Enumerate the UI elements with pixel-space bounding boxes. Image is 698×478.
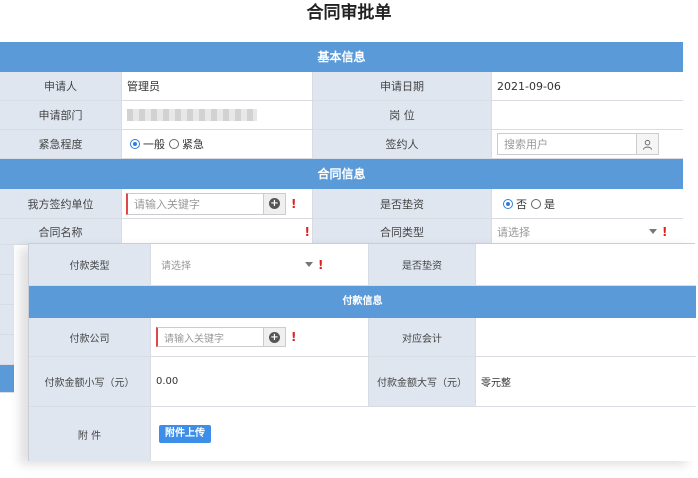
urgency-normal-label: 一般 xyxy=(143,138,165,151)
plus-icon: + xyxy=(269,198,280,209)
row-dept: 申请部门 岗 位 xyxy=(0,101,683,130)
our-unit-label: 我方签约单位 xyxy=(0,189,122,218)
chevron-down-icon xyxy=(305,262,313,267)
overlay-advance-label: 是否垫资 xyxy=(369,244,476,285)
apply-date-label: 申请日期 xyxy=(313,72,492,100)
pay-type-placeholder: 请选择 xyxy=(161,261,191,272)
upload-attachment-button[interactable]: 附件上传 xyxy=(159,425,211,443)
required-mark: ! xyxy=(662,224,668,239)
pay-type-label: 付款类型 xyxy=(29,244,151,285)
pay-company-cell: 请输入关键字 + ! xyxy=(151,318,369,356)
row-amount: 付款金额小写（元） 0.00 付款金额大写（元） 零元整 xyxy=(29,357,696,407)
payment-overlay-panel: 付款类型 请选择 ! 是否垫资 付款信息 付款公司 请输入关键字 + ! 对应会… xyxy=(28,243,696,461)
our-unit-cell: 请输入关键字 + ! xyxy=(122,189,313,218)
our-unit-placeholder: 请输入关键字 xyxy=(134,197,200,211)
position-label: 岗 位 xyxy=(313,101,492,129)
page-title: 合同审批单 xyxy=(306,3,392,23)
dept-label: 申请部门 xyxy=(0,101,122,129)
required-mark: ! xyxy=(304,224,310,239)
signer-input[interactable]: 搜索用户 xyxy=(497,133,659,155)
contract-type-cell: 请选择 ! xyxy=(492,219,683,244)
row-urgency: 紧急程度 一般 紧急 签约人 搜索用户 xyxy=(0,130,683,159)
dept-value xyxy=(122,101,313,129)
pay-company-placeholder: 请输入关键字 xyxy=(164,333,224,345)
advance-no-radio[interactable] xyxy=(503,198,513,209)
contract-type-placeholder: 请选择 xyxy=(497,225,530,239)
pay-type-select[interactable]: 请选择 xyxy=(161,257,313,272)
position-value xyxy=(492,101,683,129)
user-icon[interactable] xyxy=(636,134,658,154)
section-contract-title: 合同信息 xyxy=(317,167,366,181)
apply-date-value: 2021-09-06 xyxy=(492,72,683,100)
contract-name-label: 合同名称 xyxy=(0,219,122,244)
add-company-button[interactable]: + xyxy=(263,328,285,346)
account-value xyxy=(476,318,696,356)
amount-big-label: 付款金额大写（元） xyxy=(369,357,476,406)
signer-placeholder: 搜索用户 xyxy=(504,138,548,151)
amount-big-value: 零元整 xyxy=(476,357,696,406)
section-basic-header: 基本信息 xyxy=(0,42,683,72)
add-unit-button[interactable]: + xyxy=(263,193,285,214)
signer-cell: 搜索用户 xyxy=(492,130,683,158)
underlying-row-stub xyxy=(0,245,14,275)
plus-icon: + xyxy=(269,331,280,343)
pay-company-label: 付款公司 xyxy=(29,318,151,356)
urgency-options: 一般 紧急 xyxy=(122,130,313,158)
contract-type-select[interactable]: 请选择 xyxy=(497,224,657,240)
attachment-label: 附 件 xyxy=(29,407,151,461)
attachment-cell: 附件上传 xyxy=(151,407,696,461)
urgency-urgent-label: 紧急 xyxy=(182,138,204,151)
contract-name-input[interactable]: ! xyxy=(122,219,313,244)
underlying-row-stub xyxy=(0,275,14,305)
underlying-section-stub xyxy=(0,365,14,393)
underlying-row-stub xyxy=(0,335,14,365)
advance-options: 否 是 xyxy=(492,189,683,218)
underlying-row-stub xyxy=(0,305,14,335)
pay-company-input[interactable]: 请输入关键字 + xyxy=(156,327,286,347)
applicant-value: 管理员 xyxy=(122,72,313,100)
applicant-label: 申请人 xyxy=(0,72,122,100)
row-our-unit: 我方签约单位 请输入关键字 + ! 是否垫资 否 是 xyxy=(0,189,683,219)
required-mark: ! xyxy=(291,196,297,211)
our-unit-input[interactable]: 请输入关键字 + xyxy=(126,192,286,215)
amount-small-label: 付款金额小写（元） xyxy=(29,357,151,406)
row-pay-company: 付款公司 请输入关键字 + ! 对应会计 xyxy=(29,318,696,357)
advance-yes-label: 是 xyxy=(544,197,555,211)
signer-label: 签约人 xyxy=(313,130,492,158)
overlay-advance-value xyxy=(476,244,696,285)
redacted-dept xyxy=(127,109,257,121)
required-mark: ! xyxy=(291,330,297,344)
section-basic-title: 基本信息 xyxy=(317,50,366,64)
section-contract-header: 合同信息 xyxy=(0,159,683,189)
row-pay-type: 付款类型 请选择 ! 是否垫资 xyxy=(29,244,696,286)
urgency-normal-radio[interactable] xyxy=(130,139,140,149)
account-label: 对应会计 xyxy=(369,318,476,356)
advance-label: 是否垫资 xyxy=(313,189,492,218)
urgency-label: 紧急程度 xyxy=(0,130,122,158)
chevron-down-icon xyxy=(649,229,657,234)
row-applicant: 申请人 管理员 申请日期 2021-09-06 xyxy=(0,72,683,101)
urgency-urgent-radio[interactable] xyxy=(169,139,179,149)
required-mark: ! xyxy=(318,257,324,272)
row-contract-name: 合同名称 ! 合同类型 请选择 ! xyxy=(0,219,683,245)
contract-type-label: 合同类型 xyxy=(313,219,492,244)
advance-yes-radio[interactable] xyxy=(531,198,541,209)
row-attachment: 附 件 附件上传 xyxy=(29,407,696,461)
amount-small-value: 0.00 xyxy=(151,357,369,406)
section-payment-header: 付款信息 xyxy=(29,286,696,318)
advance-no-label: 否 xyxy=(516,197,527,211)
section-payment-title: 付款信息 xyxy=(342,296,383,307)
pay-type-cell: 请选择 ! xyxy=(151,244,369,285)
